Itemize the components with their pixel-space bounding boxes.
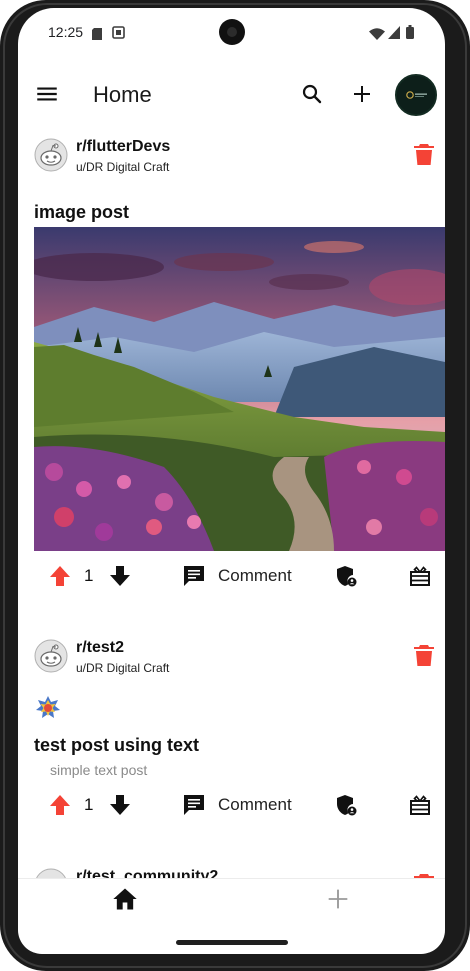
front-camera <box>219 19 245 45</box>
post-body: simple text post <box>50 762 148 778</box>
award-icon[interactable] <box>408 793 432 817</box>
sd-card-icon <box>92 27 102 45</box>
delete-icon[interactable] <box>413 142 435 166</box>
vote-count: 1 <box>84 795 94 814</box>
phone-frame: 12:25 Home r/flutterDevs u/DR Digital Cr… <box>0 0 470 971</box>
comment-button[interactable]: Comment <box>218 795 292 815</box>
post-actions: 1 Comment <box>18 558 445 594</box>
gesture-handle[interactable] <box>176 940 288 945</box>
post-author[interactable]: u/DR Digital Craft <box>76 661 169 675</box>
post-title[interactable]: test post using text <box>34 735 199 756</box>
add-icon[interactable] <box>324 885 352 913</box>
moderator-shield-icon[interactable] <box>334 564 358 588</box>
post-actions: 1 Comment <box>18 787 445 823</box>
community-avatar <box>34 138 68 172</box>
post-title[interactable]: image post <box>34 202 129 223</box>
post-header: r/flutterDevs u/DR Digital Craft <box>34 138 434 178</box>
community-avatar <box>34 639 68 673</box>
upvote-icon[interactable] <box>48 793 72 817</box>
upvote-icon[interactable] <box>48 564 72 588</box>
home-icon[interactable] <box>111 885 139 913</box>
delete-icon[interactable] <box>413 643 435 667</box>
moderator-shield-icon[interactable] <box>334 793 358 817</box>
avatar[interactable] <box>395 74 437 116</box>
wifi-icon <box>369 27 385 45</box>
downvote-icon[interactable] <box>108 564 132 588</box>
status-time: 12:25 <box>48 24 84 40</box>
post-card[interactable]: r/flutterDevs u/DR Digital Craft image p… <box>18 138 445 588</box>
community-name[interactable]: r/flutterDevs <box>76 138 170 156</box>
search-icon[interactable] <box>300 82 324 106</box>
award-icon[interactable] <box>408 564 432 588</box>
page-title: Home <box>93 82 152 107</box>
award-badge-icon <box>35 695 61 721</box>
comment-button[interactable]: Comment <box>218 566 292 586</box>
downvote-icon[interactable] <box>108 793 132 817</box>
post-image[interactable] <box>34 227 445 551</box>
bottom-navigation <box>18 878 445 930</box>
post-card[interactable]: r/test2 u/DR Digital Craft test post usi… <box>18 639 445 829</box>
post-header: r/test2 u/DR Digital Craft <box>34 639 434 679</box>
post-author[interactable]: u/DR Digital Craft <box>76 160 169 174</box>
vote-count: 1 <box>84 566 94 585</box>
menu-icon[interactable] <box>34 81 60 107</box>
comment-icon[interactable] <box>182 564 206 588</box>
screen: 12:25 Home r/flutterDevs u/DR Digital Cr… <box>18 8 445 930</box>
add-icon[interactable] <box>350 82 374 106</box>
status-bar: 12:25 <box>18 8 445 56</box>
signal-icon <box>388 26 400 44</box>
app-bar: Home <box>18 66 445 126</box>
comment-icon[interactable] <box>182 793 206 817</box>
community-name[interactable]: r/test2 <box>76 639 124 657</box>
screenshot-icon <box>112 26 125 44</box>
battery-icon <box>406 25 414 44</box>
